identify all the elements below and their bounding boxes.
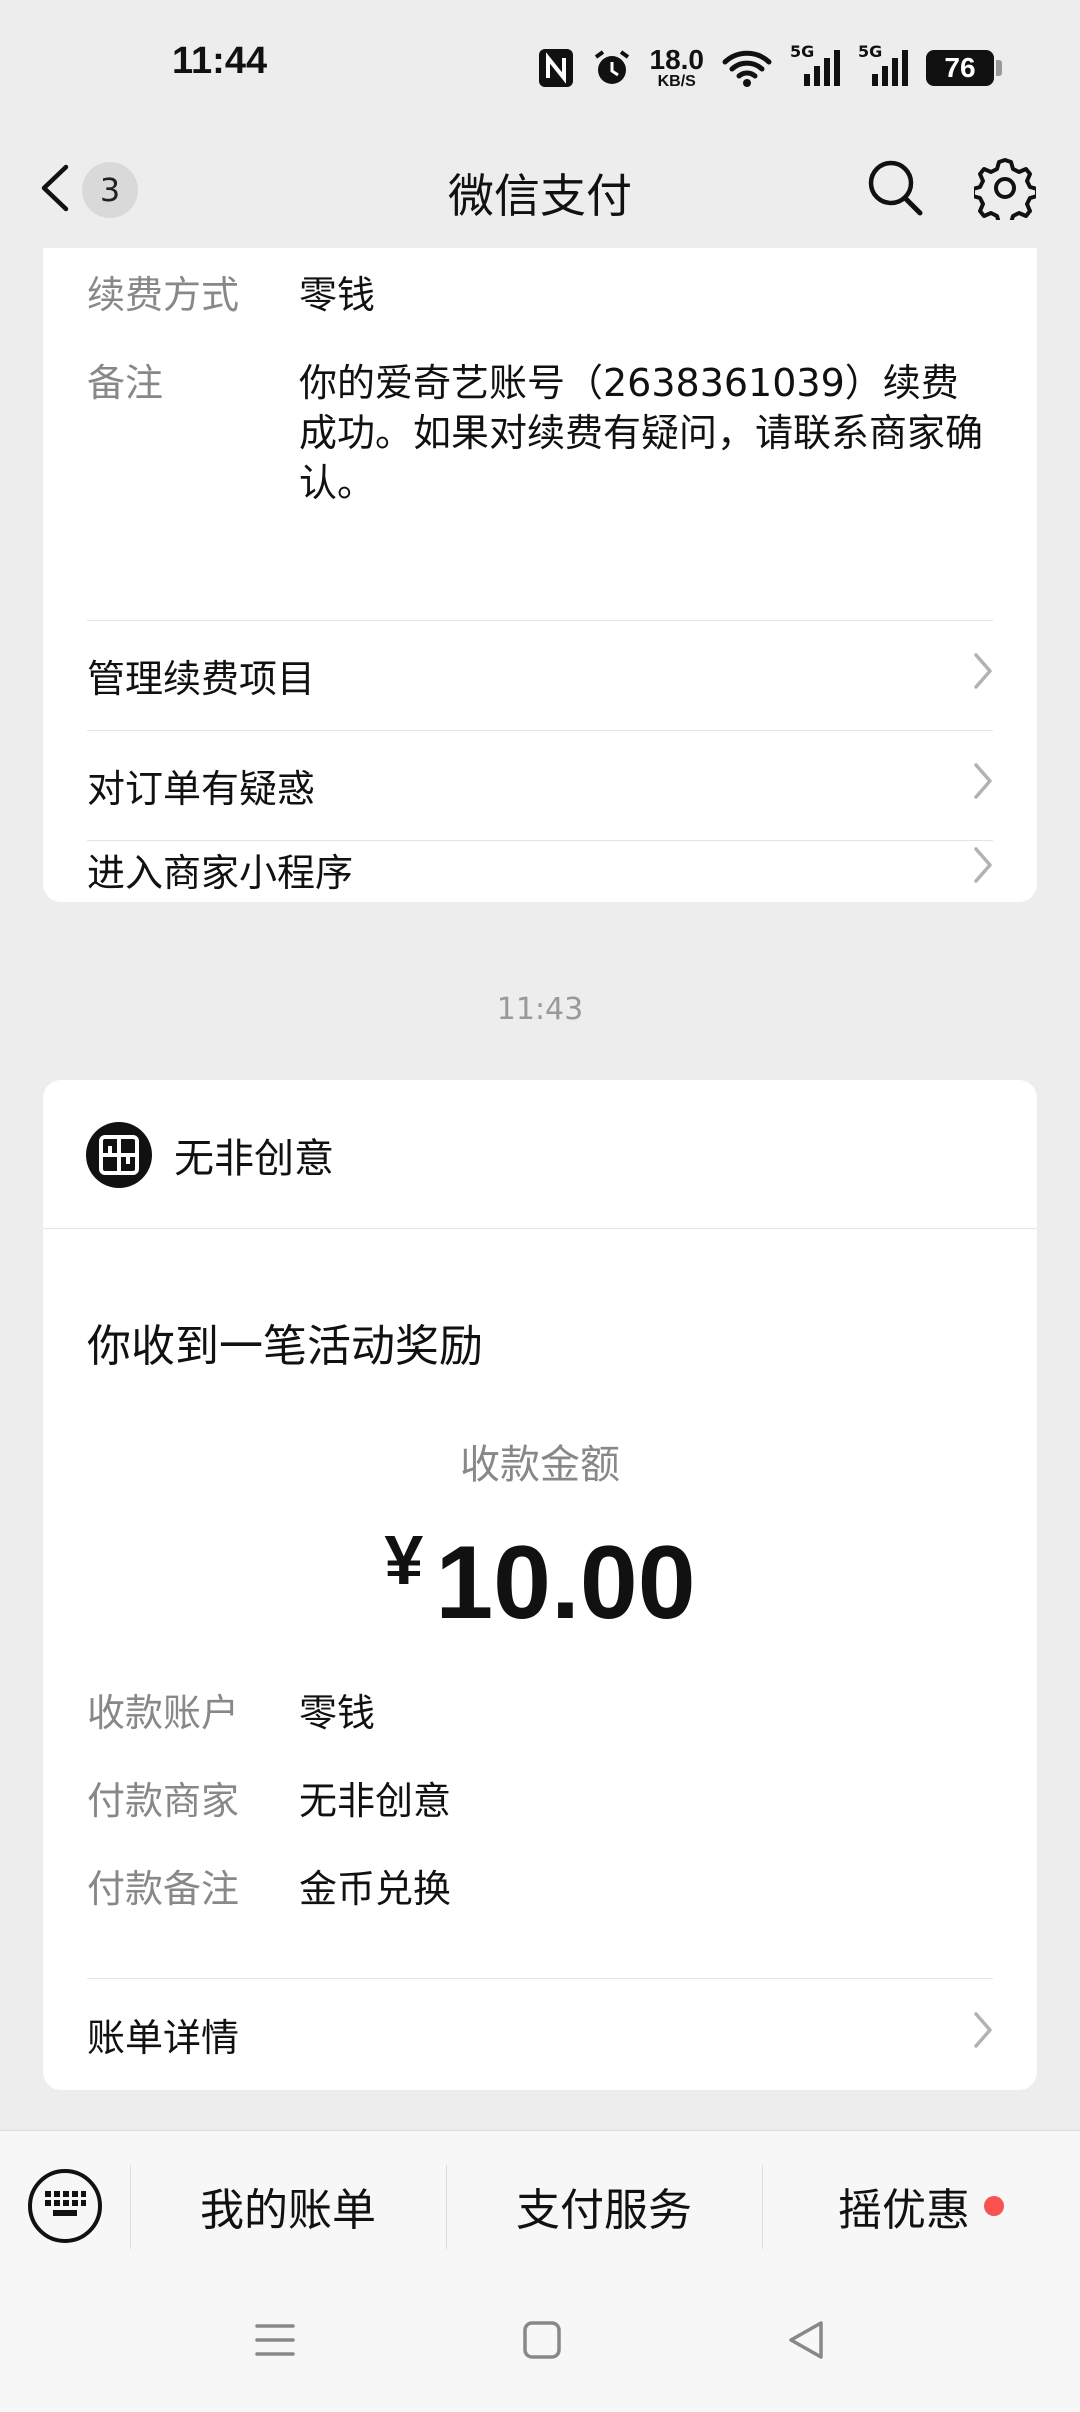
message-list[interactable]: 续费方式 零钱 备注 你的爱奇艺账号（2638361039）续费成功。如果对续费…	[0, 248, 1080, 2130]
tab-my-bills[interactable]: 我的账单	[130, 2131, 446, 2281]
status-icons: 18.0 KB/S 5G 5G 76	[538, 42, 1002, 92]
row-value: 金币兑换	[299, 1867, 452, 1911]
chevron-right-icon	[973, 846, 993, 893]
row-value: 无非创意	[299, 1779, 452, 1823]
bottom-menu-bar: 我的账单 支付服务 摇优惠	[0, 2130, 1080, 2280]
remark-row: 备注 你的爱奇艺账号（2638361039）续费成功。如果对续费有疑问，请联系商…	[87, 358, 993, 508]
message-timestamp: 11:43	[496, 992, 584, 1027]
row-label: 续费方式	[87, 273, 240, 317]
status-bar: 11:44 18.0 KB/S 5G 5G 76	[0, 0, 1080, 132]
keyboard-icon	[43, 2189, 87, 2223]
currency-symbol: ¥	[384, 1521, 424, 1599]
search-icon[interactable]	[866, 158, 924, 222]
order-question-link[interactable]: 对订单有疑惑	[87, 730, 993, 840]
row-value: 零钱	[299, 273, 376, 317]
manage-renewal-link[interactable]: 管理续费项目	[87, 620, 993, 730]
renewal-method-row: 续费方式 零钱	[87, 270, 993, 320]
renewal-message-card: 续费方式 零钱 备注 你的爱奇艺账号（2638361039）续费成功。如果对续费…	[43, 248, 1037, 902]
gear-icon[interactable]	[971, 156, 1039, 227]
row-label: 付款备注	[87, 1867, 240, 1911]
row-value: 你的爱奇艺账号（2638361039）续费成功。如果对续费有疑问，请联系商家确认…	[299, 361, 984, 505]
amount-number: 10.00	[435, 1525, 696, 1641]
alarm-icon	[592, 48, 632, 88]
row-label: 收款账户	[87, 1691, 240, 1735]
wifi-icon	[722, 48, 772, 88]
merchant-name: 无非创意	[174, 1136, 334, 1182]
tab-shake-deals[interactable]: 摇优惠	[762, 2131, 1080, 2281]
reward-message-card: 无非创意 你收到一笔活动奖励 收款金额 ¥10.00 收款账户 零钱 付款商家 …	[43, 1080, 1037, 2090]
signal-icon: 5G	[790, 42, 840, 88]
merchant-mini-program-link[interactable]: 进入商家小程序	[87, 836, 993, 902]
bill-details-link[interactable]: 账单详情	[87, 1978, 993, 2090]
home-icon[interactable]	[522, 2318, 562, 2366]
payment-remark-row: 付款备注 金币兑换	[87, 1864, 993, 1914]
nfc-icon	[538, 48, 574, 88]
notification-dot	[984, 2196, 1004, 2216]
menu-icon[interactable]	[254, 2318, 296, 2366]
amount-value: ¥10.00	[43, 1520, 1037, 1643]
battery-icon: 76	[926, 50, 1002, 86]
amount-label: 收款金额	[460, 1442, 620, 1488]
tab-payment-services[interactable]: 支付服务	[446, 2131, 762, 2281]
status-time: 11:44	[172, 40, 268, 82]
nav-header: 3 微信支付	[0, 132, 1080, 248]
chevron-right-icon	[973, 652, 993, 699]
system-nav-bar	[0, 2280, 1080, 2412]
chevron-right-icon	[973, 762, 993, 809]
row-label: 付款商家	[87, 1779, 240, 1823]
row-label: 备注	[87, 361, 164, 405]
message-title: 你收到一笔活动奖励	[87, 1321, 483, 1372]
chevron-right-icon	[973, 2011, 993, 2058]
row-value: 零钱	[299, 1691, 376, 1735]
keyboard-toggle-button[interactable]	[28, 2169, 102, 2243]
merchant-logo-icon	[86, 1122, 152, 1188]
receiving-account-row: 收款账户 零钱	[87, 1688, 993, 1738]
back-icon[interactable]	[786, 2318, 826, 2366]
signal-icon: 5G	[858, 42, 908, 88]
net-speed: 18.0 KB/S	[649, 44, 705, 90]
payer-merchant-row: 付款商家 无非创意	[87, 1776, 993, 1826]
merchant-header[interactable]: 无非创意	[86, 1122, 334, 1188]
divider	[43, 1228, 1037, 1229]
